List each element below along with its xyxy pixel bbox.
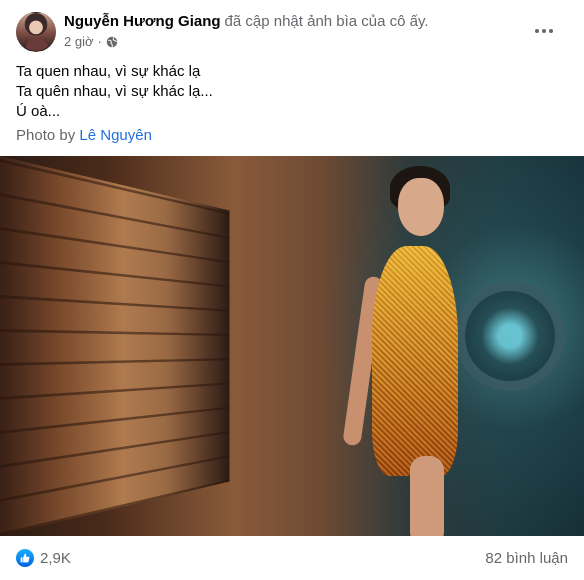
reaction-count: 2,9K [40, 549, 71, 567]
photo-credit-prefix: Photo by [16, 127, 76, 144]
globe-icon[interactable] [106, 36, 118, 48]
reactions-summary[interactable]: 2,9K [16, 549, 71, 567]
more-options-icon[interactable] [526, 13, 562, 49]
post-body-line: Ú oà... [16, 103, 61, 120]
post-body: Ta quen nhau, vì sự khác lạ Ta quên nhau… [16, 62, 568, 122]
post-body-line: Ta quen nhau, vì sự khác lạ [16, 63, 201, 80]
like-reaction-icon [16, 549, 34, 567]
post-meta: Nguyễn Hương Giang đã cập nhật ảnh bìa củ… [64, 12, 492, 50]
feed-post: Nguyễn Hương Giang đã cập nhật ảnh bìa củ… [0, 0, 584, 580]
post-title-line: Nguyễn Hương Giang đã cập nhật ảnh bìa củ… [64, 12, 492, 31]
post-footer: 2,9K 82 bình luận [16, 544, 568, 572]
round-window [455, 281, 565, 391]
post-header: Nguyễn Hương Giang đã cập nhật ảnh bìa củ… [16, 11, 572, 52]
photographer-link[interactable]: Lê Nguyên [79, 127, 152, 144]
woman-in-gold-dress [342, 166, 470, 536]
author-avatar[interactable] [16, 12, 56, 52]
post-action-text: đã cập nhật ảnh bìa của cô ấy. [224, 13, 429, 30]
brick-wall [0, 156, 230, 536]
post-body-line: Ta quên nhau, vì sự khác lạ... [16, 83, 213, 100]
comment-count[interactable]: 82 bình luận [485, 550, 568, 567]
post-time[interactable]: 2 giờ [64, 34, 94, 50]
post-timestamp-line: 2 giờ · [64, 34, 492, 50]
cover-photo[interactable] [0, 156, 584, 536]
photo-credit: Photo by Lê Nguyên [16, 126, 152, 146]
author-name[interactable]: Nguyễn Hương Giang [64, 13, 221, 30]
separator-dot: · [97, 34, 102, 49]
